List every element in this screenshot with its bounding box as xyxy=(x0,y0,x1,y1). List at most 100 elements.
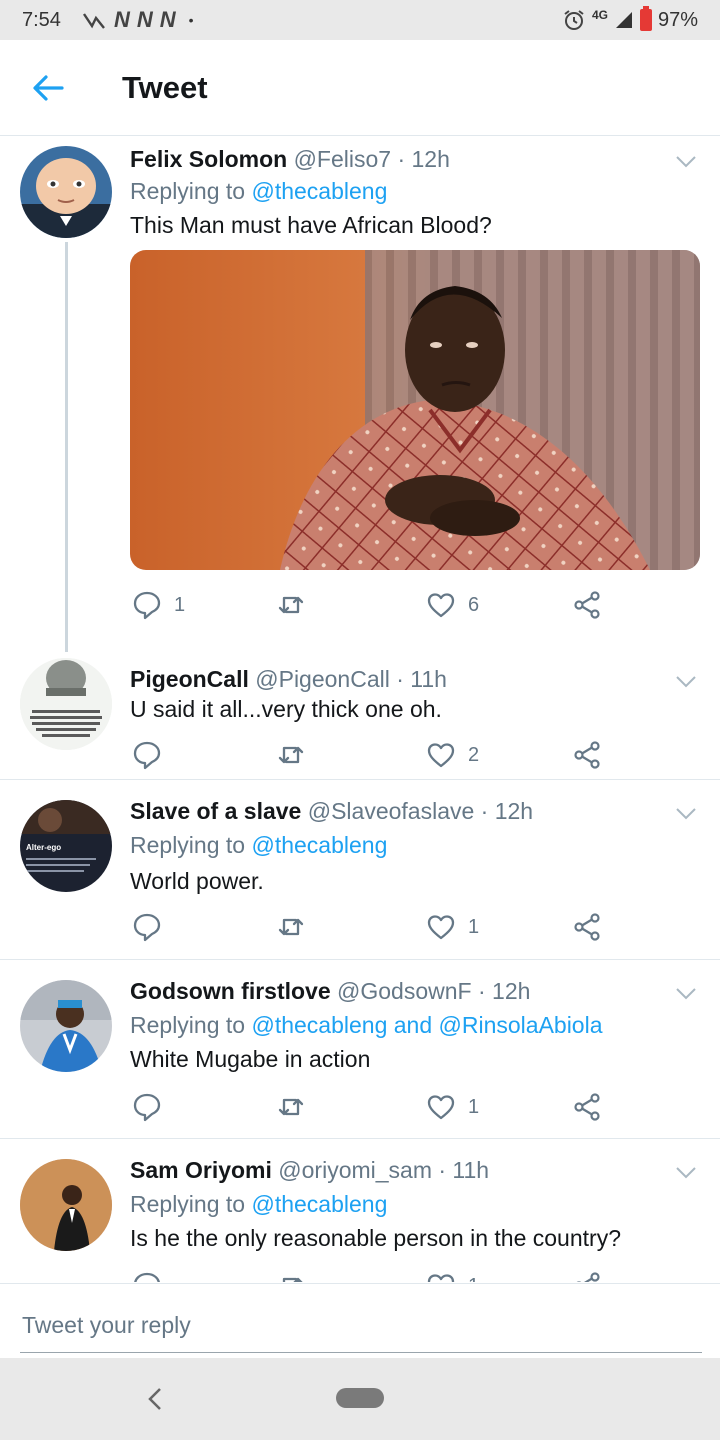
tweet-actions: 1 xyxy=(130,1271,690,1282)
display-name[interactable]: Sam Oriyomi xyxy=(130,1157,272,1183)
share-button[interactable] xyxy=(572,590,602,620)
reply-count: 1 xyxy=(174,593,186,616)
display-name[interactable]: PigeonCall xyxy=(130,666,249,692)
share-icon xyxy=(574,1093,600,1121)
chevron-down-icon[interactable] xyxy=(674,986,698,1002)
like-button[interactable]: 1 xyxy=(426,1271,479,1282)
signal-icon xyxy=(83,13,105,29)
tweet-item[interactable]: Sam Oriyomi @oriyomi_sam · 11h Replying … xyxy=(0,1139,720,1282)
display-name[interactable]: Felix Solomon xyxy=(130,146,287,172)
avatar[interactable] xyxy=(20,146,112,238)
reply-button[interactable] xyxy=(132,912,174,942)
like-count: 1 xyxy=(468,1275,479,1283)
nav-back-icon[interactable] xyxy=(143,1384,167,1414)
battery-percent: 97% xyxy=(657,8,698,31)
heart-icon xyxy=(427,1274,455,1282)
tweet-item[interactable]: PigeonCall @PigeonCall · 11h U said it a… xyxy=(0,646,720,780)
replying-to: Replying to @thecableng xyxy=(130,832,387,859)
tweet-media-image[interactable] xyxy=(130,250,700,570)
share-icon xyxy=(574,913,600,941)
share-button[interactable] xyxy=(572,912,602,942)
retweet-button[interactable] xyxy=(276,740,318,770)
mention-link[interactable]: @thecableng xyxy=(251,832,387,858)
tweet-text: U said it all...very thick one oh. xyxy=(130,696,442,722)
reply-button[interactable]: 1 xyxy=(132,590,185,620)
reply-icon xyxy=(133,591,161,620)
replying-prefix: Replying to xyxy=(130,832,252,858)
retweet-button[interactable] xyxy=(276,912,318,942)
share-button[interactable] xyxy=(572,740,602,770)
share-icon xyxy=(574,741,600,769)
reply-composer xyxy=(0,1283,720,1359)
tweet-item[interactable]: Godsown firstlove @GodsownF · 12h Replyi… xyxy=(0,960,720,1139)
mention-link[interactable]: @thecableng and @RinsolaAbiola xyxy=(251,1012,602,1038)
retweet-button[interactable] xyxy=(276,1271,318,1282)
like-button[interactable]: 1 xyxy=(426,912,479,942)
share-button[interactable] xyxy=(572,1271,602,1282)
avatar-caption: Alter-ego xyxy=(26,843,61,852)
handle-time: @oriyomi_sam · 11h xyxy=(278,1157,490,1183)
page-title: Tweet xyxy=(122,70,208,105)
cell-signal-icon xyxy=(615,12,632,28)
chevron-down-icon[interactable] xyxy=(674,154,698,170)
avatar[interactable] xyxy=(20,658,112,750)
tweet-header: Felix Solomon @Feliso7 · 12h xyxy=(130,146,450,173)
share-icon xyxy=(574,591,600,619)
reply-button[interactable] xyxy=(132,740,174,770)
tweet-header: Godsown firstlove @GodsownF · 12h xyxy=(130,978,530,1005)
reply-button[interactable] xyxy=(132,1271,174,1282)
tweet-text: This Man must have African Blood? xyxy=(130,212,492,238)
notification-n-icon: N xyxy=(114,7,130,32)
mention-link[interactable]: @thecableng xyxy=(251,1191,387,1217)
reply-button[interactable] xyxy=(132,1092,174,1122)
notification-n-icon: N xyxy=(136,7,153,32)
mention-link[interactable]: @thecableng xyxy=(251,178,387,204)
handle-time: @Feliso7 · 12h xyxy=(293,146,450,172)
thread-connector xyxy=(65,242,68,652)
like-count: 2 xyxy=(468,743,480,766)
display-name[interactable]: Godsown firstlove xyxy=(130,978,331,1004)
avatar[interactable] xyxy=(20,1159,112,1251)
like-count: 1 xyxy=(468,915,480,938)
battery-icon xyxy=(639,6,652,31)
header: Tweet xyxy=(0,40,720,136)
retweet-button[interactable] xyxy=(276,1092,318,1122)
back-arrow-icon[interactable] xyxy=(30,70,66,106)
reply-input[interactable] xyxy=(20,1304,702,1353)
like-button[interactable]: 2 xyxy=(426,740,479,770)
avatar[interactable] xyxy=(20,980,112,1072)
replying-prefix: Replying to xyxy=(130,178,252,204)
tweet-actions: 2 xyxy=(130,740,690,776)
avatar[interactable]: Alter-ego xyxy=(20,800,112,892)
retweet-button[interactable] xyxy=(276,590,318,620)
like-button[interactable]: 1 xyxy=(426,1092,479,1122)
reply-feed[interactable]: Felix Solomon @Feliso7 · 12h Replying to… xyxy=(0,136,720,1282)
replying-prefix: Replying to xyxy=(130,1191,252,1217)
like-count: 6 xyxy=(468,593,480,616)
chevron-down-icon[interactable] xyxy=(674,806,698,822)
tweet-item[interactable]: Felix Solomon @Feliso7 · 12h Replying to… xyxy=(0,136,720,652)
notification-n-icon: N xyxy=(159,7,176,32)
reply-icon xyxy=(134,1272,160,1282)
replying-to: Replying to @thecableng xyxy=(130,1191,387,1218)
chevron-down-icon[interactable] xyxy=(674,674,698,690)
more-notifications-dot: • xyxy=(188,12,194,28)
share-button[interactable] xyxy=(572,1092,602,1122)
display-name[interactable]: Slave of a slave xyxy=(130,798,301,824)
like-button[interactable]: 6 xyxy=(426,590,479,620)
handle-time: @Slaveofaslave · 12h xyxy=(307,798,534,824)
tweet-header: Slave of a slave @Slaveofaslave · 12h xyxy=(130,798,533,825)
tweet-item[interactable]: Alter-ego Slave of a slave @Slaveofaslav… xyxy=(0,780,720,960)
tweet-text: White Mugabe in action xyxy=(130,1046,371,1072)
chevron-down-icon[interactable] xyxy=(674,1165,698,1181)
reply-icon xyxy=(133,741,161,770)
reply-icon xyxy=(133,913,161,942)
heart-icon xyxy=(427,593,455,618)
tweet-actions: 1 xyxy=(130,912,690,948)
retweet-icon xyxy=(282,1277,303,1282)
nav-home-pill[interactable] xyxy=(336,1388,384,1408)
replying-to: Replying to @thecableng and @RinsolaAbio… xyxy=(130,1012,603,1039)
handle-time: @GodsownF · 12h xyxy=(337,978,531,1004)
tweet-actions: 1 xyxy=(130,1092,690,1128)
replying-to: Replying to @thecableng xyxy=(130,178,387,205)
